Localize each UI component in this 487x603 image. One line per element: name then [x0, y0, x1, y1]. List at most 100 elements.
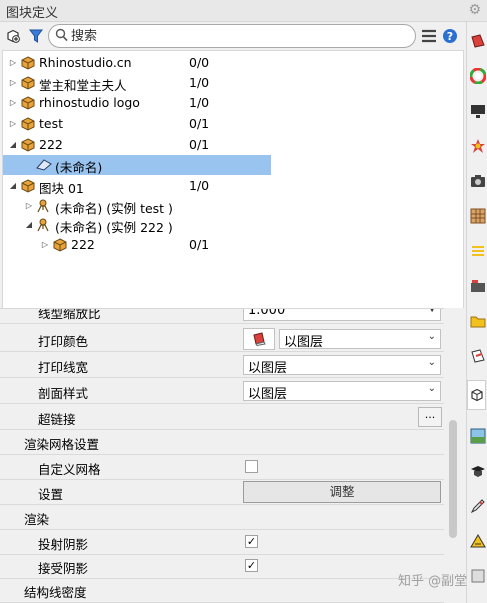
tree-row[interactable]: ◢ 222 0/1 [3, 135, 463, 155]
print-color-swatch-button[interactable] [243, 328, 275, 350]
color-swatch-icon [253, 332, 266, 347]
tree-row[interactable]: ◢ 图块 01 1/0 [3, 176, 463, 196]
properties-tab-icon[interactable] [469, 32, 486, 49]
tree-row[interactable]: ▷ 堂主和堂主夫人 1/0 [3, 73, 463, 93]
block-icon [21, 117, 35, 131]
search-input[interactable] [71, 27, 401, 45]
learn-tab-icon[interactable] [469, 462, 486, 479]
print-color-dropdown[interactable]: 以图层 ⌄ [279, 329, 441, 350]
tree-row-name: Rhinostudio.cn [39, 55, 132, 70]
menu-icon[interactable] [420, 26, 438, 46]
panel-tab-strip [466, 22, 487, 603]
tree-row-name: 222 [71, 237, 95, 252]
tree-row-name: 图块 01 [39, 181, 84, 196]
tree-row-count: 1/0 [189, 95, 210, 110]
prop-print-width: 打印线宽 以图层 ⌄ [0, 353, 444, 378]
dropdown-value: 以图层 [248, 387, 288, 402]
cast-shadows-checkbox[interactable]: ✓ [245, 535, 258, 548]
display-tab-icon[interactable] [469, 102, 486, 119]
block-icon [21, 179, 35, 193]
expand-arrow-icon[interactable]: ▷ [8, 98, 18, 107]
properties-panel: 线型缩放比 1.000 ▼ 打印颜色 以图层 ⌄ 打印线宽 以图层 ⌄ 剖面样式… [0, 308, 444, 603]
gear-icon[interactable]: ⚙ [468, 2, 481, 18]
collapse-arrow-icon[interactable]: ◢ [24, 220, 34, 229]
expand-arrow-icon[interactable]: ▷ [24, 201, 34, 210]
chevron-down-icon: ⌄ [427, 357, 436, 368]
tree-row[interactable]: ▷ 222 0/1 [3, 235, 463, 255]
prop-receive-shadows: 接受阴影 ✓ [0, 554, 444, 579]
prop-label: 超链接 [38, 412, 76, 427]
toolbar: ? [0, 22, 466, 50]
prop-label: 剖面样式 [38, 386, 89, 401]
custom-mesh-checkbox[interactable] [245, 460, 258, 473]
filter-icon[interactable] [27, 26, 45, 46]
panel-title-bar: 图块定义 ⚙ [0, 0, 487, 22]
search-icon [55, 28, 68, 45]
print-width-dropdown[interactable]: 以图层 ⌄ [243, 355, 441, 376]
instance-icon [36, 218, 50, 232]
environment-tab-icon[interactable] [469, 427, 486, 444]
tree-row[interactable]: ▷ test 0/1 [3, 114, 463, 134]
svg-text:?: ? [447, 30, 453, 43]
tree-row-name: test [39, 116, 64, 131]
color-wheel-tab-icon[interactable] [469, 67, 486, 84]
expand-arrow-icon[interactable]: ▷ [8, 78, 18, 87]
lights-tab-icon[interactable] [469, 137, 486, 154]
section-title: 渲染网格设置 [24, 437, 100, 452]
camera-tab-icon[interactable] [469, 172, 486, 189]
block-icon [21, 76, 35, 90]
search-box[interactable] [48, 24, 416, 48]
hyperlink-browse-button[interactable]: ... [418, 407, 442, 427]
keyboard-tab-icon[interactable] [469, 277, 486, 294]
tree-row[interactable]: ◢ (未命名) (实例 222 ) [3, 215, 463, 235]
folder-tab-icon[interactable] [469, 312, 486, 329]
more-tab-icon[interactable] [469, 567, 486, 584]
expand-arrow-icon[interactable]: ▷ [40, 240, 50, 249]
tree-row-name: 222 [39, 137, 63, 152]
shape-icon [36, 158, 52, 172]
expand-arrow-icon[interactable]: ▷ [8, 58, 18, 67]
prop-hyperlink: 超链接 ... [0, 405, 444, 430]
tree-row-name: rhinostudio logo [39, 95, 140, 110]
section-style-dropdown[interactable]: 以图层 ⌄ [243, 381, 441, 402]
pen-tab-icon[interactable] [469, 497, 486, 514]
section-title: 结构线密度 [24, 585, 87, 600]
tree-row-count: 0/1 [189, 137, 210, 152]
tree-row-count: 1/0 [189, 178, 210, 193]
instance-icon [36, 199, 50, 213]
adjust-button[interactable]: 调整 [243, 481, 441, 503]
materials-tab-icon[interactable] [469, 207, 486, 224]
tree-row[interactable]: ▷ rhinostudio logo 1/0 [3, 93, 463, 113]
watermark: 知乎 @副堂 [398, 574, 468, 589]
panel-title: 图块定义 [6, 6, 59, 21]
prop-cast-shadows: 投射阴影 ✓ [0, 530, 444, 555]
tree-row[interactable]: ▷ Rhinostudio.cn 0/0 [3, 53, 463, 73]
layers-tab-icon[interactable] [469, 242, 486, 259]
add-block-icon[interactable] [4, 26, 22, 46]
block-icon [21, 138, 35, 152]
collapse-arrow-icon[interactable]: ◢ [8, 140, 18, 149]
field-value: 1.000 [248, 308, 286, 318]
prop-label: 自定义网格 [38, 462, 101, 477]
tree-row-name: (未命名) (实例 222 ) [55, 220, 173, 235]
chevron-down-icon: ▼ [428, 308, 436, 314]
block-icon [53, 238, 67, 252]
expand-arrow-icon[interactable]: ▷ [8, 119, 18, 128]
block-icon [21, 96, 35, 110]
tree-row[interactable]: ▷ (未命名) (实例 test ) [3, 196, 463, 216]
properties-scrollbar[interactable] [444, 308, 466, 603]
help-icon[interactable]: ? [441, 26, 459, 46]
prop-label: 线型缩放比 [38, 308, 101, 321]
prop-print-color: 打印颜色 以图层 ⌄ [0, 327, 444, 352]
linetype-scale-field[interactable]: 1.000 ▼ [243, 308, 441, 321]
receive-shadows-checkbox[interactable]: ✓ [245, 559, 258, 572]
scrollbar-thumb[interactable] [449, 420, 457, 538]
section-tab-icon[interactable] [469, 347, 486, 364]
tree-row-selected[interactable]: (未命名) [3, 155, 271, 175]
tree-row-name: (未命名) [55, 160, 103, 175]
prop-section-style: 剖面样式 以图层 ⌄ [0, 379, 444, 404]
block-definitions-tab-icon[interactable] [467, 380, 486, 410]
tree-row-count: 1/0 [189, 75, 210, 90]
collapse-arrow-icon[interactable]: ◢ [8, 181, 18, 190]
dimension-tab-icon[interactable] [469, 532, 486, 549]
